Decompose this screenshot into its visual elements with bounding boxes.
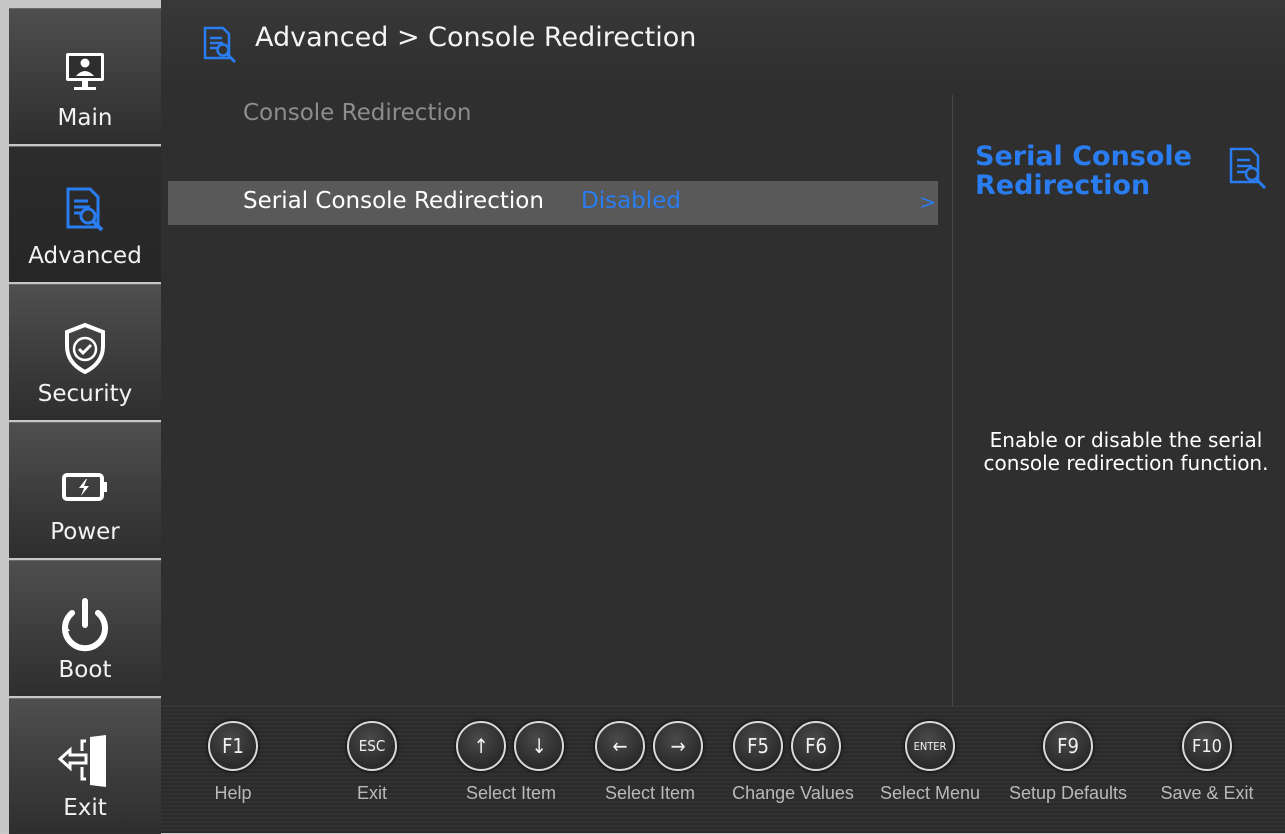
arrow-up-key-icon[interactable]: ↑ [456, 721, 506, 771]
sidebar-item-label: Advanced [28, 243, 142, 269]
key-caption: Select Item [604, 783, 696, 803]
document-search-icon [1227, 147, 1271, 193]
f9-key[interactable]: F9 [1043, 721, 1093, 771]
sidebar-item-label: Main [57, 105, 113, 131]
option-serial-console-redirection[interactable]: Serial Console Redirection Disabled > [168, 181, 938, 225]
sidebar-item-label: Security [37, 381, 133, 407]
key-change-values: F5 F6 Change Values [732, 721, 854, 825]
key-caption: Setup Defaults [1008, 783, 1128, 803]
sidebar-item-security[interactable]: Security [9, 284, 161, 420]
sidebar: Main Advanced Security Power Boot Exit [9, 8, 161, 834]
key-save-exit: F10 Save & Exit [1160, 721, 1254, 825]
chevron-right-icon: > [919, 190, 936, 214]
arrow-right-key-icon[interactable]: → [653, 721, 703, 771]
key-caption: Select Item [465, 783, 557, 803]
battery-icon [9, 461, 161, 513]
sidebar-item-exit[interactable]: Exit [9, 698, 161, 834]
help-description: Enable or disable the serial console red… [983, 428, 1269, 475]
section-title: Console Redirection [243, 100, 472, 126]
divider [952, 95, 953, 707]
key-caption: Change Values [732, 783, 854, 803]
key-caption: Select Menu [879, 783, 981, 803]
esc-key[interactable]: ESC [347, 721, 397, 771]
help-title: Serial Console Redirection [975, 141, 1192, 201]
sidebar-item-label: Boot [58, 657, 112, 683]
key-caption: Exit [356, 783, 387, 803]
f1-key[interactable]: F1 [208, 721, 258, 771]
sidebar-item-advanced[interactable]: Advanced [9, 146, 161, 282]
enter-key[interactable]: ENTER [905, 721, 955, 771]
sidebar-item-label: Power [50, 519, 120, 545]
key-select-item-vertical: ↑ ↓ Select Item [456, 721, 576, 825]
power-icon [9, 598, 161, 652]
header: Advanced > Console Redirection [161, 0, 1285, 85]
f5-key[interactable]: F5 [733, 721, 783, 771]
option-value[interactable]: Disabled [581, 188, 681, 214]
key-help: F1 Help [208, 721, 268, 825]
breadcrumb: Advanced > Console Redirection [255, 22, 697, 53]
monitor-user-icon [9, 47, 161, 99]
key-setup-defaults: F9 Setup Defaults [1009, 721, 1127, 825]
arrow-down-key-icon[interactable]: ↓ [514, 721, 564, 771]
shield-check-icon [9, 322, 161, 375]
sidebar-item-label: Exit [63, 795, 107, 821]
sidebar-item-main[interactable]: Main [9, 8, 161, 144]
sidebar-item-power[interactable]: Power [9, 422, 161, 558]
option-label: Serial Console Redirection [243, 188, 544, 214]
key-caption: Help [214, 783, 252, 803]
f10-key[interactable]: F10 [1182, 721, 1232, 771]
key-legend: F1 Help ESC Exit ↑ ↓ Select Item ← → Sel… [161, 706, 1285, 833]
main-panel: Advanced > Console Redirection Console R… [161, 0, 1285, 833]
key-select-item-horizontal: ← → Select Item [595, 721, 715, 825]
bios-screen: Main Advanced Security Power Boot Exit A… [0, 0, 1285, 834]
key-select-menu: ENTER Select Menu [880, 721, 980, 825]
document-search-icon [9, 185, 161, 237]
key-caption: Save & Exit [1160, 783, 1254, 803]
exit-door-icon [9, 735, 161, 789]
f6-key[interactable]: F6 [791, 721, 841, 771]
key-exit: ESC Exit [347, 721, 407, 825]
document-search-icon [201, 26, 241, 68]
arrow-left-key-icon[interactable]: ← [595, 721, 645, 771]
sidebar-item-boot[interactable]: Boot [9, 560, 161, 696]
